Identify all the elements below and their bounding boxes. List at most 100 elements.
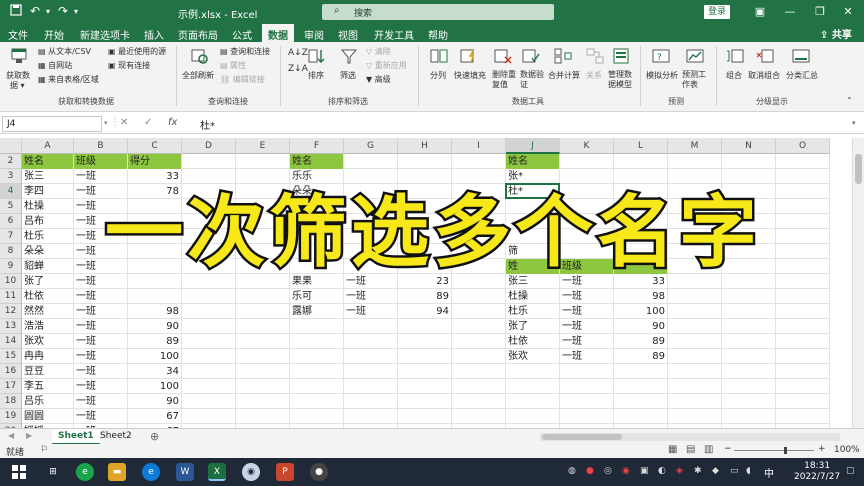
name-cell[interactable]: 冉冉	[22, 349, 73, 364]
remove-duplicates-button[interactable]: 删除重复值	[492, 70, 516, 90]
row-header-16[interactable]: 16	[0, 364, 22, 379]
tray-app-icon-3[interactable]: ◉	[622, 466, 630, 476]
restore-icon[interactable]: ❐	[806, 3, 834, 21]
filter-button[interactable]: 筛选	[340, 70, 356, 81]
get-data-label-2[interactable]: 据 ▾	[10, 80, 25, 91]
app-icon[interactable]: ◉	[242, 463, 260, 481]
relationships-button[interactable]: 关系	[586, 70, 602, 81]
tab-formulas[interactable]: 公式	[232, 27, 252, 42]
class-cell[interactable]: 一班	[74, 349, 127, 364]
recent-sources-button[interactable]: ▣ 最近使用的源	[108, 46, 166, 57]
column-header-d[interactable]: D	[182, 138, 236, 154]
result-name-cell[interactable]: 杜依	[506, 334, 559, 349]
class-cell[interactable]: 一班	[74, 394, 127, 409]
row-header-2[interactable]: 2	[0, 154, 22, 169]
close-icon[interactable]: ✕	[834, 3, 862, 21]
tab-new-tab[interactable]: 新建选项卡	[80, 27, 130, 42]
score-cell[interactable]: 98	[128, 304, 181, 319]
tab-page-layout[interactable]: 页面布局	[178, 27, 218, 42]
result-score-cell[interactable]: 89	[614, 334, 667, 349]
powerpoint-icon[interactable]: P	[276, 463, 294, 481]
column-header-g[interactable]: G	[344, 138, 398, 154]
column-header-m[interactable]: M	[668, 138, 722, 154]
name-cell[interactable]: 张欢	[22, 334, 73, 349]
tray-app-icon-4[interactable]: ▣	[640, 466, 649, 476]
ribbon-display-icon[interactable]: ▣	[746, 3, 774, 21]
get-data-icon[interactable]	[10, 48, 28, 64]
sort-icon[interactable]	[308, 48, 326, 64]
class-cell[interactable]: 一班	[74, 334, 127, 349]
row-header-3[interactable]: 3	[0, 169, 22, 184]
column-header-h[interactable]: H	[398, 138, 452, 154]
forecast-sheet-icon[interactable]	[686, 48, 704, 64]
zoom-slider-thumb[interactable]	[784, 447, 787, 454]
tab-home[interactable]: 开始	[44, 27, 64, 42]
sheet-tab-sheet1[interactable]: Sheet1	[52, 429, 100, 445]
properties-button[interactable]: ▤ 属性	[220, 60, 246, 71]
data-validation-icon[interactable]	[522, 48, 540, 64]
class-cell[interactable]: 一班	[74, 379, 127, 394]
forecast-sheet-button[interactable]: 预测工作表	[682, 70, 706, 90]
zoom-level[interactable]: 100%	[834, 445, 860, 455]
worksheet-grid[interactable]: A B C D E F G H I J K L M N O 2 3 4 5 6 7 8 9 10 11 12 13 14 15 16 17 1…	[0, 138, 852, 428]
task-view-icon[interactable]: ⊞	[44, 463, 62, 481]
result-score-cell[interactable]: 98	[614, 289, 667, 304]
network-icon[interactable]: ▭	[730, 466, 739, 476]
result-score-cell[interactable]: 89	[614, 349, 667, 364]
score-cell[interactable]: 100	[128, 349, 181, 364]
redo-icon[interactable]: ↷	[58, 4, 68, 18]
sort-az-icon[interactable]: A↓Z	[288, 48, 308, 58]
tab-file[interactable]: 文件	[8, 27, 28, 42]
next-sheet-icon[interactable]: ▶	[26, 431, 32, 440]
result-score-cell[interactable]: 100	[614, 304, 667, 319]
row-header-10[interactable]: 10	[0, 274, 22, 289]
class-cell-f[interactable]: 一班	[344, 289, 397, 304]
column-header-f[interactable]: F	[290, 138, 344, 154]
collapse-ribbon-icon[interactable]: ⌃	[846, 96, 853, 105]
class-cell[interactable]: 一班	[74, 364, 127, 379]
insert-function-icon[interactable]: fx	[168, 117, 177, 128]
column-header-n[interactable]: N	[722, 138, 776, 154]
undo-dropdown-icon[interactable]: ▾	[46, 7, 50, 16]
row-header-13[interactable]: 13	[0, 319, 22, 334]
login-button[interactable]: 登录	[704, 5, 730, 19]
what-if-analysis-button[interactable]: 模拟分析	[646, 70, 678, 81]
advanced-filter-button[interactable]: ▼ 高级	[366, 74, 391, 85]
ungroup-icon[interactable]	[756, 48, 774, 64]
add-sheet-icon[interactable]: ⊕	[150, 430, 159, 443]
queries-connections-button[interactable]: ▤ 查询和连接	[220, 46, 270, 57]
header-class[interactable]: 班级	[74, 154, 127, 169]
ungroup-button[interactable]: 取消组合	[748, 70, 780, 81]
row-header-15[interactable]: 15	[0, 349, 22, 364]
score-cell-f[interactable]: 94	[398, 304, 451, 319]
column-header-i[interactable]: I	[452, 138, 506, 154]
filter-icon[interactable]	[340, 48, 358, 64]
name-cell-f[interactable]: 露娜	[290, 304, 343, 319]
expand-formula-icon[interactable]: ▾	[852, 119, 856, 127]
volume-icon[interactable]: ◖	[746, 466, 751, 476]
class-cell[interactable]: 一班	[74, 169, 127, 184]
header-name[interactable]: 姓名	[22, 154, 73, 169]
from-text-csv-button[interactable]: ▤ 从文本/CSV	[38, 46, 91, 57]
recorder-icon[interactable]: ●	[310, 463, 328, 481]
row-header-14[interactable]: 14	[0, 334, 22, 349]
consolidate-button[interactable]: 合并计算	[548, 70, 580, 81]
accessibility-icon[interactable]: ⚐	[40, 445, 48, 455]
class-cell[interactable]: 一班	[74, 409, 127, 424]
column-header-e[interactable]: E	[236, 138, 290, 154]
search-box[interactable]: ⌕ 搜索	[322, 4, 554, 20]
header-score[interactable]: 得分	[128, 154, 181, 169]
consolidate-icon[interactable]	[554, 48, 572, 64]
column-header-o[interactable]: O	[776, 138, 830, 154]
name-cell[interactable]: 张三	[22, 169, 73, 184]
windows-start-icon[interactable]	[10, 463, 28, 481]
edge-icon[interactable]: e	[142, 463, 160, 481]
column-header-l[interactable]: L	[614, 138, 668, 154]
word-icon[interactable]: W	[176, 463, 194, 481]
what-if-icon[interactable]: ?	[652, 48, 670, 64]
row-header-7[interactable]: 7	[0, 229, 22, 244]
result-class-cell[interactable]: 一班	[560, 304, 613, 319]
name-cell[interactable]: 李五	[22, 379, 73, 394]
sort-za-icon[interactable]: Z↓A	[288, 64, 308, 74]
zoom-slider[interactable]	[734, 447, 814, 454]
